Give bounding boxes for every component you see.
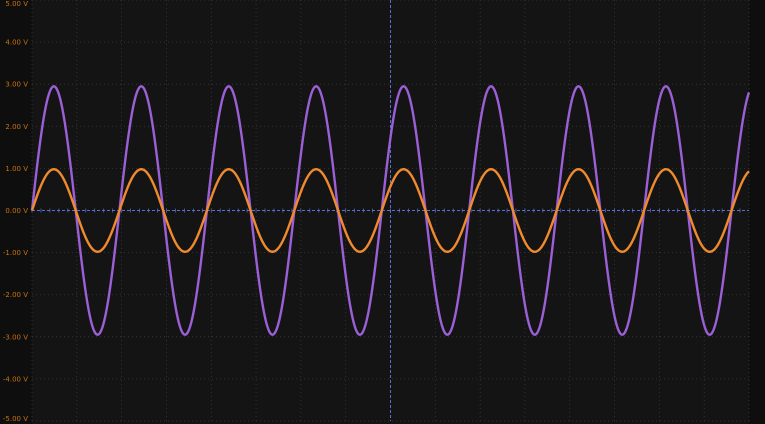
y-tick-label: 1.00 V bbox=[5, 165, 28, 173]
y-tick-label: -2.00 V bbox=[3, 291, 28, 299]
oscilloscope-display: 5.00 V 4.00 V 3.00 V 2.00 V 1.00 V 0.00 V -1.0… bbox=[3, 0, 751, 424]
y-tick-label: 0.00 V bbox=[5, 207, 28, 215]
y-tick-label: -3.00 V bbox=[3, 333, 28, 341]
y-tick-label: 5.00 V bbox=[5, 0, 28, 8]
y-tick-label: 4.00 V bbox=[5, 39, 28, 47]
y-tick-label: 2.00 V bbox=[5, 123, 28, 131]
y-tick-label: -5.00 V bbox=[3, 415, 28, 423]
y-tick-label: -4.00 V bbox=[3, 375, 28, 383]
y-axis-tick-labels: 5.00 V 4.00 V 3.00 V 2.00 V 1.00 V 0.00 V -1.0… bbox=[3, 0, 28, 423]
y-tick-label: 3.00 V bbox=[5, 81, 28, 89]
y-tick-label: -1.00 V bbox=[3, 249, 28, 257]
